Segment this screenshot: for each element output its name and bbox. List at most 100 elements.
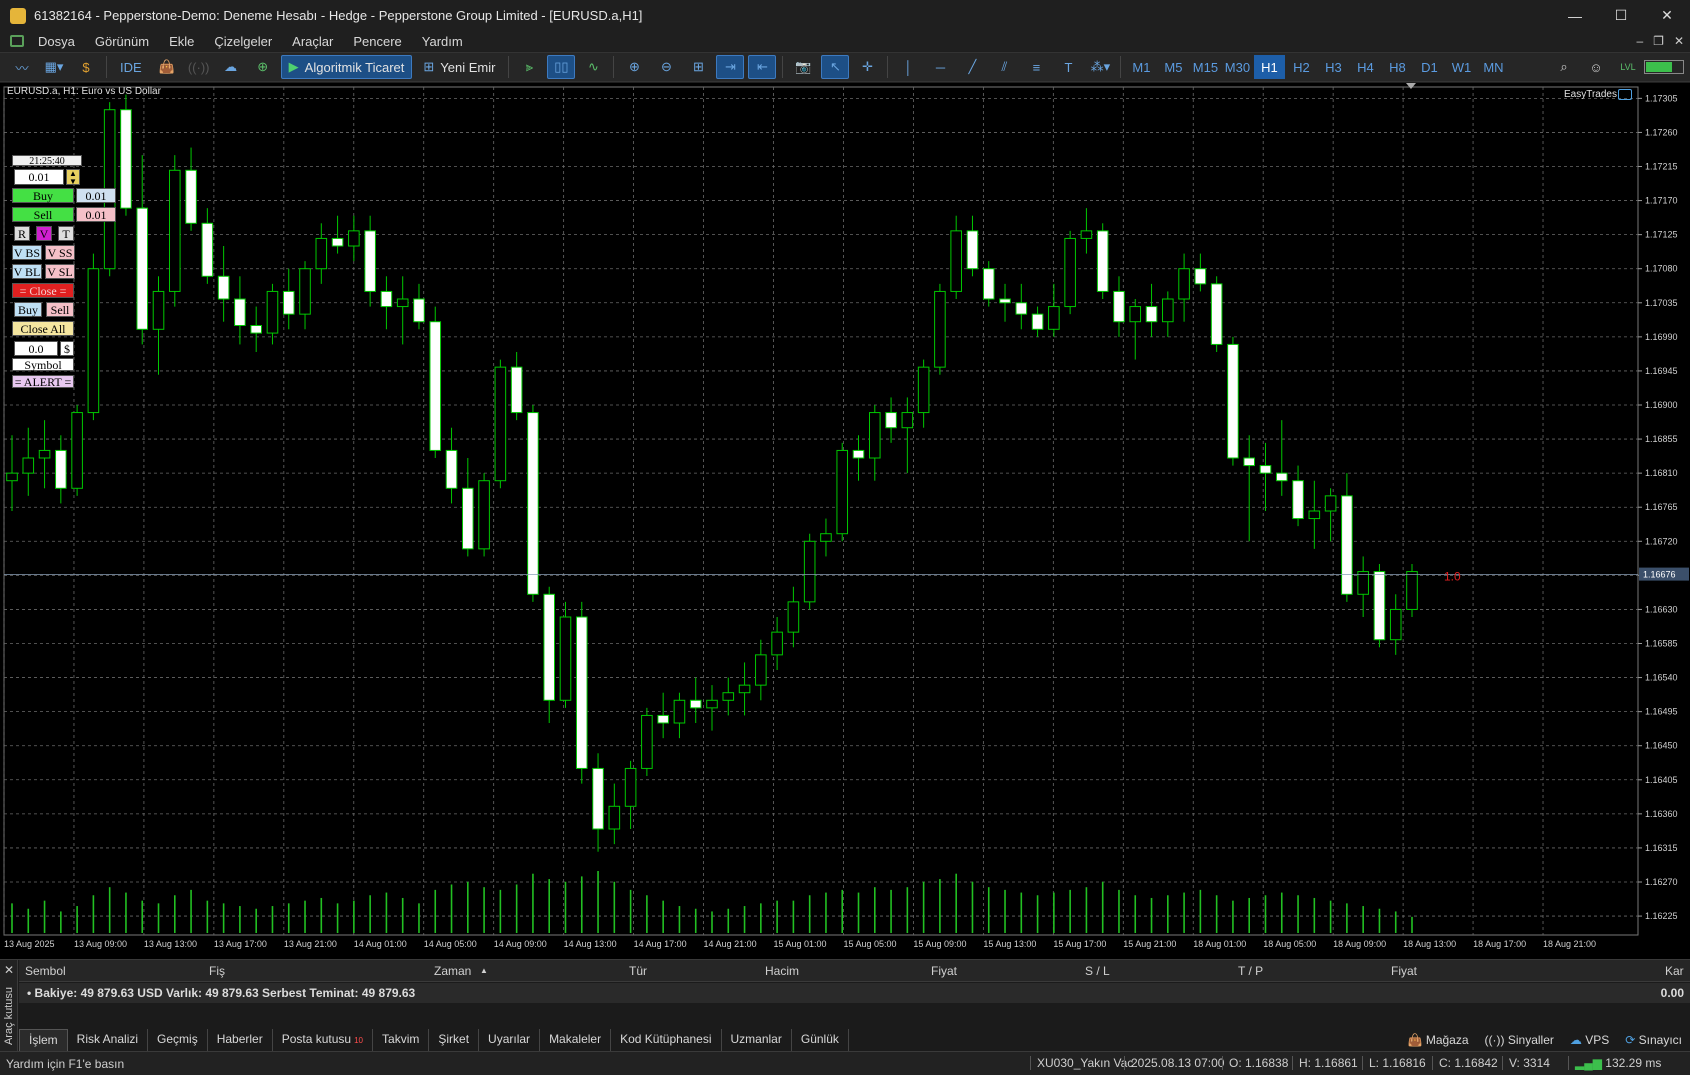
tab-codebase[interactable]: Kod Kütüphanesi xyxy=(611,1029,722,1051)
cloud-icon[interactable]: ☁ xyxy=(217,55,245,79)
ide-button[interactable]: IDE xyxy=(113,55,149,79)
timeframe-h8[interactable]: H8 xyxy=(1382,55,1413,79)
currency-button[interactable]: $ xyxy=(60,341,74,356)
close-positions-button[interactable]: = Close = xyxy=(12,283,74,298)
tab-news[interactable]: Haberler xyxy=(208,1029,273,1051)
text-icon[interactable]: T xyxy=(1054,55,1082,79)
equidistant-channel-icon[interactable]: ⫽ xyxy=(990,55,1018,79)
timeframe-d1[interactable]: D1 xyxy=(1414,55,1445,79)
col-ticket[interactable]: Fiş xyxy=(209,964,225,978)
mdi-close-button[interactable]: ✕ xyxy=(1674,34,1684,48)
tab-calendar[interactable]: Takvim xyxy=(373,1029,430,1051)
timeframe-h1[interactable]: H1 xyxy=(1253,55,1285,79)
candlestick-chart-icon[interactable]: ▯▯ xyxy=(547,55,576,79)
chart-window-icon[interactable] xyxy=(10,35,24,47)
chart-window[interactable]: 1.17305 1.17260 1.17215 1.17170 1.17125 1.170… xyxy=(0,83,1690,959)
balance-row[interactable]: • Bakiye: 49 879.63 USD Varlık: 49 879.6… xyxy=(19,983,1690,1003)
shapes-dropdown-icon[interactable]: ⁂▾ xyxy=(1086,55,1114,79)
signal-icon[interactable]: ((·)) xyxy=(185,55,213,79)
minimize-button[interactable]: — xyxy=(1552,0,1598,31)
col-tp[interactable]: T / P xyxy=(1238,964,1263,978)
sell-quick-button[interactable]: Sell xyxy=(46,302,74,317)
col-symbol[interactable]: Sembol xyxy=(25,964,66,978)
dollar-icon[interactable]: $ xyxy=(72,55,100,79)
t-button[interactable]: T xyxy=(58,226,74,241)
menu-insert[interactable]: Ekle xyxy=(159,34,204,49)
col-profit[interactable]: Kar xyxy=(1665,964,1684,978)
tab-mailbox[interactable]: Posta kutusu 10 xyxy=(273,1029,374,1051)
vertical-line-icon[interactable]: │ xyxy=(894,55,922,79)
timeframe-m5[interactable]: M5 xyxy=(1158,55,1189,79)
timeframe-h4[interactable]: H4 xyxy=(1350,55,1381,79)
timeframe-m15[interactable]: M15 xyxy=(1190,55,1221,79)
buy-quick-button[interactable]: Buy xyxy=(14,302,42,317)
v-ss-button[interactable]: V SS xyxy=(45,245,75,260)
timeframe-m30[interactable]: M30 xyxy=(1222,55,1253,79)
trendline-icon[interactable]: ╱ xyxy=(958,55,986,79)
maximize-button[interactable]: ☐ xyxy=(1598,0,1644,31)
timeframe-h2[interactable]: H2 xyxy=(1286,55,1317,79)
autoscroll-icon[interactable]: ⇥ xyxy=(716,55,745,79)
line-chart-type-icon[interactable]: ∿ xyxy=(579,55,607,79)
buy-button[interactable]: Buy xyxy=(12,188,74,203)
menu-charts[interactable]: Çizelgeler xyxy=(204,34,282,49)
tab-risk[interactable]: Risk Analizi xyxy=(68,1029,149,1051)
tab-articles[interactable]: Makaleler xyxy=(540,1029,612,1051)
horizontal-line-icon[interactable]: ─ xyxy=(926,55,954,79)
tab-company[interactable]: Şirket xyxy=(429,1029,480,1051)
tab-experts[interactable]: Uzmanlar xyxy=(722,1029,792,1051)
timeframe-h3[interactable]: H3 xyxy=(1318,55,1349,79)
fibonacci-icon[interactable]: ≡ xyxy=(1022,55,1050,79)
col-type[interactable]: Tür xyxy=(629,964,647,978)
col-time[interactable]: Zaman xyxy=(434,964,471,978)
market-bag-icon[interactable]: 👜 xyxy=(153,55,181,79)
alert-button[interactable]: = ALERT = xyxy=(12,375,74,389)
col-price[interactable]: Fiyat xyxy=(931,964,957,978)
timeframe-mn[interactable]: MN xyxy=(1478,55,1509,79)
v-sl-button[interactable]: V SL xyxy=(45,264,75,279)
chart-type-dropdown-icon[interactable]: ▦▾ xyxy=(40,55,68,79)
tab-history[interactable]: Geçmiş xyxy=(148,1029,208,1051)
col-sl[interactable]: S / L xyxy=(1085,964,1110,978)
close-all-button[interactable]: Close All xyxy=(12,321,74,336)
r-button[interactable]: R xyxy=(14,226,30,241)
menu-window[interactable]: Pencere xyxy=(343,34,411,49)
v-button[interactable]: V xyxy=(36,226,52,241)
lot-input[interactable]: 0.01 xyxy=(14,169,64,185)
symbol-button[interactable]: Symbol xyxy=(12,358,74,372)
mdi-minimize-button[interactable]: – xyxy=(1636,34,1643,48)
market-tab[interactable]: 👜 Mağaza xyxy=(1408,1033,1469,1047)
crosshair-icon[interactable]: ✛ xyxy=(853,55,881,79)
timeframe-w1[interactable]: W1 xyxy=(1446,55,1477,79)
menu-file[interactable]: Dosya xyxy=(28,34,85,49)
candlestick-chart[interactable]: 1.17305 1.17260 1.17215 1.17170 1.17125 1.170… xyxy=(0,83,1690,959)
menu-help[interactable]: Yardım xyxy=(412,34,473,49)
menu-view[interactable]: Görünüm xyxy=(85,34,159,49)
menu-tools[interactable]: Araçlar xyxy=(282,34,343,49)
zoom-out-icon[interactable]: ⊖ xyxy=(652,55,680,79)
sell-button[interactable]: Sell xyxy=(12,207,74,222)
buy-lot-field[interactable]: 0.01 xyxy=(76,188,116,203)
close-window-button[interactable]: ✕ xyxy=(1644,0,1690,31)
algo-trading-button[interactable]: ▶ Algoritmik Ticaret xyxy=(280,55,413,79)
tester-tab[interactable]: ⟳ Sınayıcı xyxy=(1625,1033,1682,1047)
timeframe-m1[interactable]: M1 xyxy=(1126,55,1157,79)
tab-trade[interactable]: İşlem xyxy=(19,1029,68,1051)
tile-windows-icon[interactable]: ⊞ xyxy=(684,55,712,79)
vps-tab[interactable]: ☁ VPS xyxy=(1570,1033,1609,1047)
col-volume[interactable]: Hacim xyxy=(765,964,799,978)
lot-stepper[interactable]: ▲ ▼ xyxy=(66,169,80,186)
account-icon[interactable]: ☺ xyxy=(1582,55,1610,79)
zoom-in-icon[interactable]: ⊕ xyxy=(620,55,648,79)
bar-chart-icon[interactable]: ⫸ xyxy=(515,55,543,79)
signals-tab[interactable]: ((·)) Sinyaller xyxy=(1485,1033,1554,1047)
line-chart-icon[interactable]: 〰 xyxy=(8,55,36,79)
col-current-price[interactable]: Fiyat xyxy=(1391,964,1417,978)
tab-alerts[interactable]: Uyarılar xyxy=(479,1029,541,1051)
tab-journal[interactable]: Günlük xyxy=(792,1029,849,1051)
amount-field[interactable]: 0.0 xyxy=(14,341,58,356)
sell-lot-field[interactable]: 0.01 xyxy=(76,207,116,222)
new-order-button[interactable]: ⊞ Yeni Emir xyxy=(416,55,502,79)
globe-icon[interactable]: ⊕ xyxy=(249,55,277,79)
screenshot-icon[interactable]: 📷 xyxy=(789,55,817,79)
